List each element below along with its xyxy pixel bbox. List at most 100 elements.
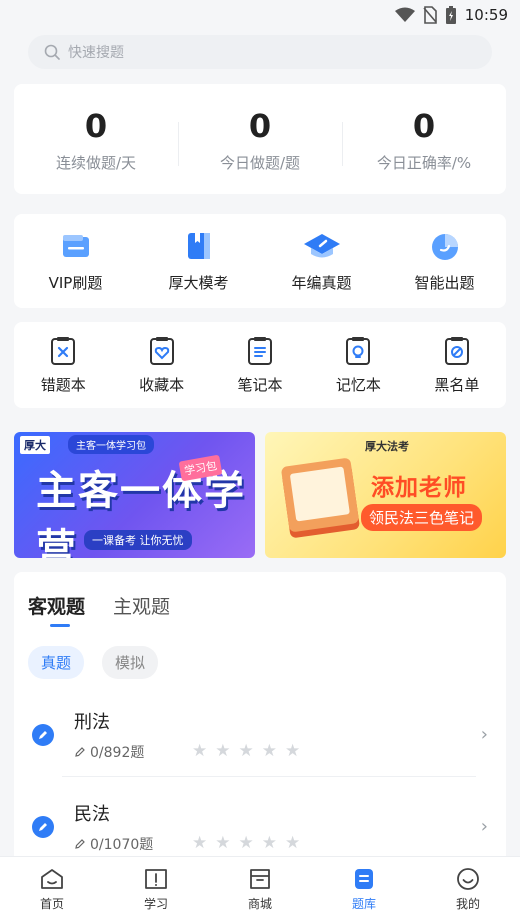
notes-icon: [248, 337, 273, 365]
open-book-illustration: [280, 457, 360, 533]
star-icon: ★: [285, 833, 301, 853]
banner-brand-logo: 厚大: [20, 436, 50, 454]
tool-label: 错题本: [40, 376, 86, 394]
stat-label: 今日正确率/%: [376, 153, 472, 172]
home-icon: [41, 869, 63, 889]
status-bar: 10:59: [0, 0, 520, 30]
blacklist-icon: [444, 337, 469, 365]
divider: [62, 776, 476, 777]
tool-blacklist[interactable]: 黑名单: [408, 322, 506, 408]
stat-value: 0: [248, 106, 272, 145]
star-icon: ★: [215, 741, 231, 761]
nav-label: 题库: [351, 897, 376, 911]
bottom-nav: 首页 学习 商城 题库 我的: [0, 856, 520, 924]
tab-subjective[interactable]: 主观题: [113, 592, 170, 619]
stat-label: 今日做题/题: [219, 153, 301, 172]
stat-streak-days: 0 连续做题/天: [14, 106, 178, 173]
tool-label: 黑名单: [434, 376, 480, 394]
nav-shop[interactable]: 商城: [208, 857, 312, 924]
star-icon: ★: [238, 833, 254, 853]
tool-memory[interactable]: 记忆本: [309, 322, 407, 408]
banner-slogan: 一课备考 让你无忧: [84, 530, 192, 550]
nav-label: 首页: [39, 897, 64, 911]
search-icon: [44, 44, 60, 60]
feature-label: VIP刷题: [48, 274, 103, 292]
tool-label: 笔记本: [237, 376, 283, 394]
no-sim-icon: [423, 6, 437, 24]
nav-question-bank[interactable]: 题库: [312, 857, 416, 924]
star-icon: ★: [261, 741, 277, 761]
pie-chart-icon: [431, 234, 458, 260]
nav-profile[interactable]: 我的: [416, 857, 520, 924]
feature-vip-practice[interactable]: VIP刷题: [14, 214, 137, 308]
question-bank-icon: [355, 869, 373, 889]
profile-smile-icon: [457, 868, 479, 890]
stat-today-questions: 0 今日做题/题: [178, 106, 342, 173]
search-input[interactable]: 快速搜题: [28, 35, 492, 69]
feature-label: 厚大模考: [168, 274, 229, 292]
chevron-right-icon: ›: [480, 724, 488, 745]
battery-charging-icon: [445, 6, 456, 24]
banner-title: 添加老师: [371, 475, 467, 501]
chip-real-exam[interactable]: 真题: [28, 646, 85, 679]
feature-label: 年编真题: [291, 274, 352, 292]
tool-notes[interactable]: 笔记本: [211, 322, 309, 408]
chevron-right-icon: ›: [480, 816, 488, 837]
star-icon: ★: [285, 741, 301, 761]
feature-label: 智能出题: [414, 274, 475, 292]
nav-study[interactable]: 学习: [104, 857, 208, 924]
nav-home[interactable]: 首页: [0, 857, 104, 924]
star-icon: ★: [261, 833, 277, 853]
feature-mock-exam[interactable]: 厚大模考: [137, 214, 260, 308]
stats-card: 0 连续做题/天 0 今日做题/题 0 今日正确率/%: [14, 84, 506, 194]
graduation-cap-icon: [303, 234, 340, 258]
subject-progress-text: 0/1070题: [90, 837, 154, 853]
nav-label: 我的: [455, 897, 480, 911]
edit-icon: [75, 839, 85, 849]
difficulty-stars: ★ ★ ★ ★ ★: [192, 743, 300, 760]
star-icon: ★: [215, 833, 231, 853]
subject-name: 刑法: [74, 712, 110, 733]
notebook-tools: 错题本 收藏本 笔记本 记忆本 黑名单: [14, 322, 506, 408]
subject-progress: 0/1070题: [74, 834, 153, 854]
star-icon: ★: [192, 833, 208, 853]
vip-card-icon: [62, 235, 89, 257]
banner-study-package[interactable]: 厚大 主客一体学习包 主客一体学营 学习包 一课备考 让你无忧: [14, 432, 255, 558]
favorite-notebook-icon: [149, 337, 174, 365]
wifi-icon: [394, 7, 415, 22]
question-type-tabs: 客观题 主观题: [28, 592, 170, 627]
pencil-badge-icon: [32, 816, 54, 838]
feature-past-exams[interactable]: 年编真题: [260, 214, 383, 308]
book-icon: [187, 233, 210, 259]
star-icon: ★: [238, 741, 254, 761]
status-time: 10:59: [464, 6, 508, 24]
stat-today-accuracy: 0 今日正确率/%: [342, 106, 506, 173]
wrong-notebook-icon: [51, 337, 76, 365]
subject-row-criminal-law[interactable]: 刑法 0/892题 ★ ★ ★ ★ ★ ›: [14, 696, 506, 776]
banner-subtitle: 领民法三色笔记: [361, 504, 483, 531]
feature-smart-generate[interactable]: 智能出题: [383, 214, 506, 308]
tool-label: 记忆本: [335, 376, 381, 394]
subject-progress: 0/892题: [74, 742, 144, 762]
question-source-filter: 真题 模拟: [28, 646, 159, 679]
nav-label: 学习: [143, 897, 168, 911]
tool-label: 收藏本: [139, 376, 185, 394]
stat-label: 连续做题/天: [55, 153, 137, 172]
banner-add-teacher[interactable]: 厚大法考 添加老师 领民法三色笔记: [265, 432, 506, 558]
chip-mock[interactable]: 模拟: [102, 646, 159, 679]
tab-objective[interactable]: 客观题: [28, 592, 85, 627]
tool-wrong-notebook[interactable]: 错题本: [14, 322, 112, 408]
shop-icon: [250, 869, 270, 889]
banner-tag: 主客一体学习包: [68, 435, 154, 454]
search-placeholder: 快速搜题: [68, 45, 124, 61]
memory-bulb-icon: [346, 337, 371, 365]
feature-grid: VIP刷题 厚大模考 年编真题 智能出题: [14, 214, 506, 308]
difficulty-stars: ★ ★ ★ ★ ★: [192, 835, 300, 852]
nav-label: 商城: [247, 897, 272, 911]
star-icon: ★: [192, 741, 208, 761]
subject-progress-text: 0/892题: [90, 745, 145, 761]
subject-name: 民法: [74, 804, 110, 825]
tool-favorite-notebook[interactable]: 收藏本: [112, 322, 210, 408]
pencil-badge-icon: [32, 724, 54, 746]
edit-icon: [75, 747, 85, 757]
